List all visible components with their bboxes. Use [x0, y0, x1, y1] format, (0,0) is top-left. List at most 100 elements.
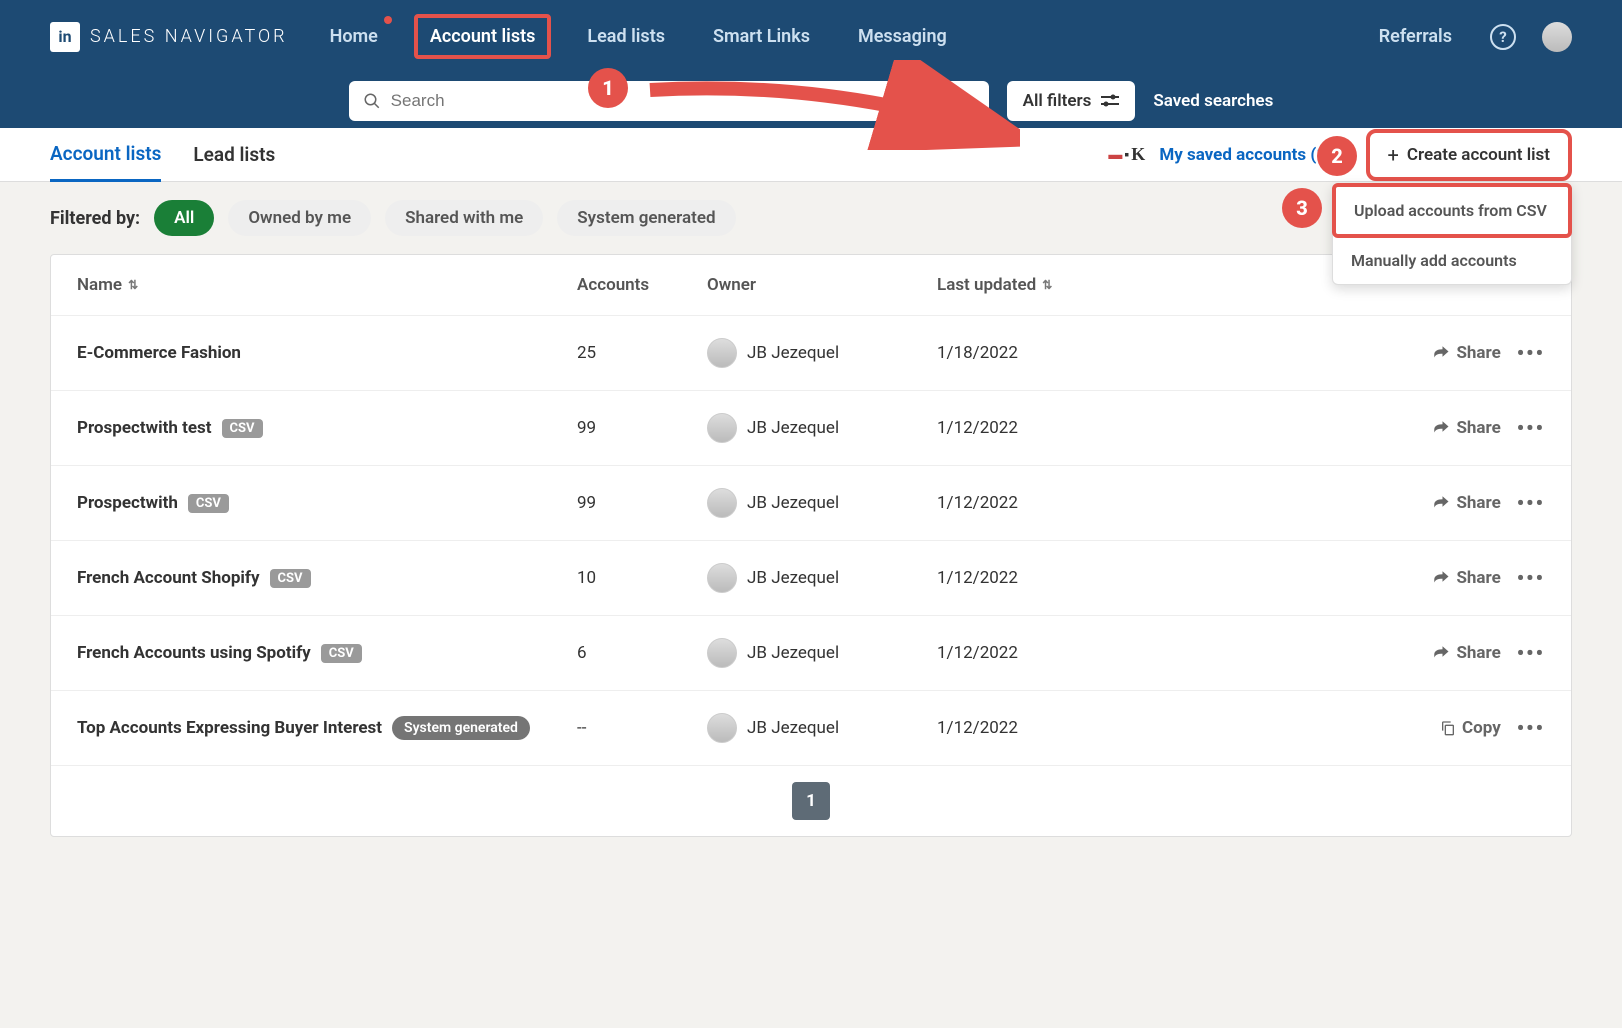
last-updated: 1/12/2022	[937, 418, 1137, 438]
more-icon[interactable]: •••	[1517, 566, 1545, 590]
owner-avatar	[707, 488, 737, 518]
last-updated: 1/12/2022	[937, 718, 1137, 738]
owner-name: JB Jezequel	[747, 418, 839, 438]
plus-icon: +	[1388, 143, 1399, 167]
create-account-list-button[interactable]: + Create account list	[1366, 129, 1572, 181]
page-1-button[interactable]: 1	[792, 782, 830, 820]
table-row[interactable]: Prospectwith test CSV 99 JB Jezequel 1/12/20…	[51, 391, 1571, 466]
search-box[interactable]	[349, 81, 989, 121]
col-updated[interactable]: Last updated⇅	[937, 275, 1137, 295]
csv-badge: CSV	[321, 644, 362, 663]
owner-name: JB Jezequel	[747, 718, 839, 738]
owner-name: JB Jezequel	[747, 493, 839, 513]
nav-smart-links[interactable]: Smart Links	[701, 18, 822, 55]
nav-messaging[interactable]: Messaging	[846, 18, 959, 55]
col-accounts: Accounts	[577, 275, 707, 295]
callout-badge-3: 3	[1282, 188, 1322, 228]
accounts-count: 25	[577, 343, 707, 363]
list-name: Prospectwith	[77, 493, 178, 513]
accounts-count: 10	[577, 568, 707, 588]
last-updated: 1/12/2022	[937, 493, 1137, 513]
table-row[interactable]: Prospectwith CSV 99 JB Jezequel 1/12/2022 Sha…	[51, 466, 1571, 541]
more-icon[interactable]: •••	[1517, 416, 1545, 440]
owner-avatar	[707, 413, 737, 443]
dropdown-manual-add[interactable]: Manually add accounts	[1333, 237, 1571, 284]
owner-name: JB Jezequel	[747, 343, 839, 363]
share-arrow-icon	[1432, 645, 1450, 661]
table-row[interactable]: Top Accounts Expressing Buyer Interest Sy…	[51, 691, 1571, 766]
account-lists-table: Name⇅ Accounts Owner Last updated⇅ E-Com…	[50, 254, 1572, 837]
mini-icons: ▬▪K	[1108, 144, 1145, 165]
list-name: Prospectwith test	[77, 418, 212, 438]
table-row[interactable]: French Accounts using Spotify CSV 6 JB Jeze…	[51, 616, 1571, 691]
csv-badge: CSV	[222, 419, 263, 438]
callout-badge-2: 2	[1317, 136, 1357, 176]
last-updated: 1/12/2022	[937, 643, 1137, 663]
owner-name: JB Jezequel	[747, 643, 839, 663]
share-button[interactable]: Share	[1432, 343, 1500, 363]
csv-badge: CSV	[188, 494, 229, 513]
share-button[interactable]: Share	[1432, 418, 1500, 438]
share-arrow-icon	[1432, 495, 1450, 511]
filter-owned-by-me[interactable]: Owned by me	[228, 200, 371, 236]
accounts-count: 6	[577, 643, 707, 663]
dropdown-upload-csv[interactable]: Upload accounts from CSV	[1332, 183, 1572, 238]
accounts-count: 99	[577, 418, 707, 438]
filtered-by-label: Filtered by:	[50, 208, 140, 229]
col-owner: Owner	[707, 275, 937, 295]
system-generated-badge: System generated	[392, 716, 530, 740]
user-avatar[interactable]	[1542, 22, 1572, 52]
owner-avatar	[707, 563, 737, 593]
linkedin-icon: in	[50, 22, 80, 52]
owner-name: JB Jezequel	[747, 568, 839, 588]
nav-home[interactable]: Home	[318, 18, 390, 55]
sort-icon: ⇅	[128, 278, 138, 292]
callout-badge-1: 1	[588, 68, 628, 108]
sort-icon: ⇅	[1042, 278, 1052, 292]
more-icon[interactable]: •••	[1517, 641, 1545, 665]
filter-shared-with-me[interactable]: Shared with me	[385, 200, 543, 236]
tab-lead-lists[interactable]: Lead lists	[193, 129, 275, 180]
notification-dot-icon	[384, 16, 392, 24]
csv-badge: CSV	[270, 569, 311, 588]
tab-account-lists[interactable]: Account lists	[50, 128, 161, 182]
owner-avatar	[707, 338, 737, 368]
copy-icon	[1440, 719, 1456, 737]
saved-searches-link[interactable]: Saved searches	[1153, 91, 1273, 111]
search-input[interactable]	[391, 91, 975, 111]
last-updated: 1/12/2022	[937, 568, 1137, 588]
list-name: Top Accounts Expressing Buyer Interest	[77, 718, 382, 738]
nav-referrals[interactable]: Referrals	[1367, 18, 1464, 55]
copy-button[interactable]: Copy	[1440, 718, 1501, 738]
create-dropdown: Upload accounts from CSV Manually add ac…	[1332, 183, 1572, 285]
filter-all[interactable]: All	[154, 200, 214, 236]
share-arrow-icon	[1432, 570, 1450, 586]
last-updated: 1/18/2022	[937, 343, 1137, 363]
list-name: French Accounts using Spotify	[77, 643, 311, 663]
share-button[interactable]: Share	[1432, 568, 1500, 588]
filter-system-generated[interactable]: System generated	[557, 200, 735, 236]
more-icon[interactable]: •••	[1517, 341, 1545, 365]
owner-avatar	[707, 638, 737, 668]
search-icon	[363, 92, 381, 110]
filter-sliders-icon	[1101, 94, 1119, 108]
table-row[interactable]: E-Commerce Fashion 25 JB Jezequel 1/18/2022…	[51, 316, 1571, 391]
accounts-count: 99	[577, 493, 707, 513]
col-name[interactable]: Name⇅	[77, 275, 577, 295]
table-row[interactable]: French Account Shopify CSV 10 JB Jezequel 1/…	[51, 541, 1571, 616]
nav-lead-lists[interactable]: Lead lists	[575, 18, 677, 55]
nav-account-lists[interactable]: Account lists	[414, 14, 552, 59]
list-name: E-Commerce Fashion	[77, 343, 241, 363]
share-button[interactable]: Share	[1432, 493, 1500, 513]
owner-avatar	[707, 713, 737, 743]
all-filters-button[interactable]: All filters	[1007, 81, 1136, 121]
share-arrow-icon	[1432, 420, 1450, 436]
share-arrow-icon	[1432, 345, 1450, 361]
more-icon[interactable]: •••	[1517, 716, 1545, 740]
help-icon[interactable]: ?	[1490, 24, 1516, 50]
more-icon[interactable]: •••	[1517, 491, 1545, 515]
share-button[interactable]: Share	[1432, 643, 1500, 663]
logo[interactable]: in SALES NAVIGATOR	[50, 22, 288, 52]
list-name: French Account Shopify	[77, 568, 260, 588]
accounts-count: --	[577, 718, 707, 738]
